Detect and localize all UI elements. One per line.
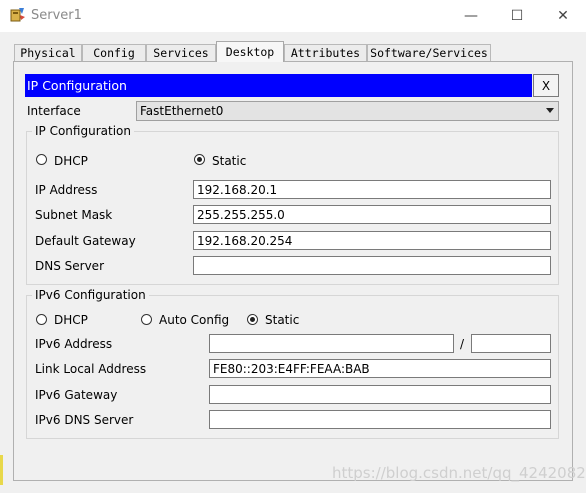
link-local-label: Link Local Address xyxy=(35,362,147,376)
tab-attributes[interactable]: Attributes xyxy=(284,44,367,61)
link-local-field[interactable]: FE80::203:E4FF:FEAA:BAB xyxy=(209,359,551,378)
subnet-mask-field[interactable]: 255.255.255.0 xyxy=(193,205,551,224)
ipv6-dns-field[interactable] xyxy=(209,410,551,429)
window-edge-accent xyxy=(0,455,3,485)
minimize-button[interactable]: — xyxy=(448,0,494,32)
ipv4-dhcp-label: DHCP xyxy=(54,154,88,168)
ipv4-group-title: IP Configuration xyxy=(32,124,134,138)
watermark-text: https://blog.csdn.net/qq_42420826 xyxy=(332,464,586,482)
tab-desktop[interactable]: Desktop xyxy=(216,41,284,62)
close-window-button[interactable]: ✕ xyxy=(540,0,586,32)
ip-config-header: IP Configuration xyxy=(25,74,532,97)
ipv6-dns-label: IPv6 DNS Server xyxy=(35,413,134,427)
dns-server-field[interactable] xyxy=(193,256,551,275)
ipv6-prefix-field[interactable] xyxy=(471,334,551,353)
ipv6-static-radio[interactable] xyxy=(247,314,258,325)
ip-address-label: IP Address xyxy=(35,183,98,197)
dns-server-label: DNS Server xyxy=(35,259,104,273)
ip-config-close-button[interactable]: X xyxy=(533,74,559,97)
chevron-down-icon xyxy=(546,108,554,113)
ipv6-group-title: IPv6 Configuration xyxy=(32,288,149,302)
default-gateway-field[interactable]: 192.168.20.254 xyxy=(193,231,551,250)
ipv6-static-label: Static xyxy=(265,313,300,327)
ipv4-dhcp-radio[interactable] xyxy=(36,154,47,165)
ipv6-auto-config-label: Auto Config xyxy=(159,313,230,327)
tab-software-services[interactable]: Software/Services xyxy=(367,44,491,61)
ipv6-dhcp-label: DHCP xyxy=(54,313,88,327)
prefix-separator: / xyxy=(460,337,465,351)
tab-services[interactable]: Services xyxy=(146,44,216,61)
interface-select[interactable]: FastEthernet0 xyxy=(136,101,559,121)
ipv6-dhcp-radio[interactable] xyxy=(36,314,47,325)
ipv4-static-label: Static xyxy=(212,154,247,168)
default-gateway-label: Default Gateway xyxy=(35,234,136,248)
app-icon xyxy=(9,6,27,24)
interface-value: FastEthernet0 xyxy=(140,104,224,118)
maximize-button[interactable]: ☐ xyxy=(494,0,540,32)
tab-physical[interactable]: Physical xyxy=(14,44,82,61)
ipv6-gateway-field[interactable] xyxy=(209,385,551,404)
ipv4-static-radio[interactable] xyxy=(194,154,205,165)
subnet-mask-label: Subnet Mask xyxy=(35,208,113,222)
ip-address-field[interactable]: 192.168.20.1 xyxy=(193,180,551,199)
ipv6-address-field[interactable] xyxy=(209,334,454,353)
ipv6-gateway-label: IPv6 Gateway xyxy=(35,388,118,402)
interface-label: Interface xyxy=(27,104,81,118)
ipv6-auto-config-radio[interactable] xyxy=(141,314,152,325)
tab-config[interactable]: Config xyxy=(82,44,146,61)
window-title: Server1 xyxy=(31,8,82,23)
ipv6-address-label: IPv6 Address xyxy=(35,337,113,351)
